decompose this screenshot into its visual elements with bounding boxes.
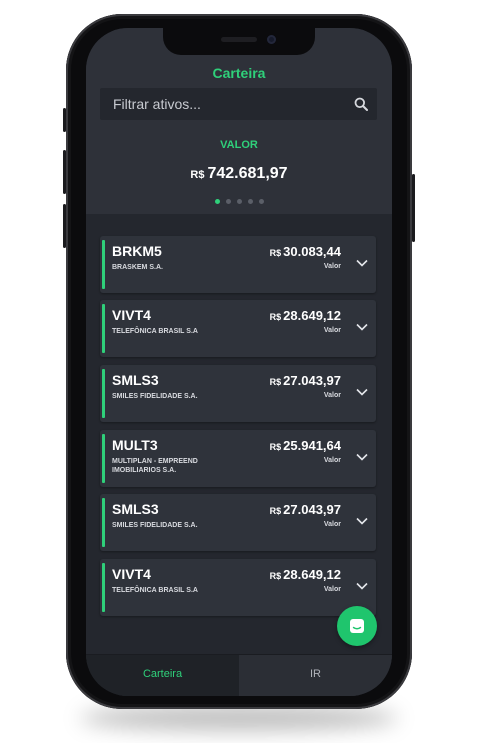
bottom-tab-bar: Carteira IR [86,654,392,696]
position-card[interactable]: VIVT4 TELEFÔNICA BRASIL S.A R$ 28.649,12 … [100,559,376,616]
position-ticker: VIVT4 [112,566,151,582]
position-accent-bar [102,563,105,612]
position-amount: R$ 27.043,97 [270,502,341,517]
chevron-down-icon[interactable] [356,582,368,590]
volume-down-button [63,204,66,248]
total-value-label: VALOR [220,139,258,151]
position-accent-bar [102,434,105,483]
position-company: SMILES FIDELIDADE S.A. [112,522,198,529]
position-value: 27.043,97 [283,502,341,517]
position-currency: R$ [269,571,282,581]
position-ticker: MULT3 [112,437,158,453]
position-company: TELEFÔNICA BRASIL S.A [112,328,198,335]
position-amount-label: Valor [323,457,341,464]
page-title: Carteira [212,65,266,81]
position-ticker: SMLS3 [112,372,159,388]
position-currency: R$ [269,312,282,322]
page-dot[interactable] [258,199,264,204]
position-amount-label: Valor [323,327,341,334]
position-currency: R$ [269,248,282,258]
position-amount: R$ 25.941,64 [270,438,341,453]
position-company: TELEFÔNICA BRASIL S.A [112,587,198,594]
power-button [412,174,415,242]
chevron-down-icon[interactable] [356,323,368,331]
tab-carteira[interactable]: Carteira [86,655,239,696]
position-card[interactable]: MULT3 MULTIPLAN - EMPREEND IMOBILIARIOS … [100,430,376,487]
position-currency: R$ [269,506,282,516]
position-amount-label: Valor [323,586,341,593]
chevron-down-icon[interactable] [356,517,368,525]
notch [163,28,315,55]
position-accent-bar [102,498,105,547]
position-value: 27.043,97 [283,373,341,388]
volume-up-button [63,150,66,194]
page-dot[interactable] [236,199,242,204]
app-screen: Carteira VALOR R$742.681,97 BRKM5 BRASKE… [86,28,392,696]
page-indicator [86,199,392,205]
position-value: 28.649,12 [283,308,341,323]
position-amount-label: Valor [323,263,341,270]
position-amount: R$ 28.649,12 [270,567,341,582]
position-card[interactable]: BRKM5 BRASKEM S.A. R$ 30.083,44 Valor [100,236,376,293]
search-icon[interactable] [354,97,368,111]
position-amount: R$ 30.083,44 [270,244,341,259]
total-value-currency: R$ [190,169,205,181]
chat-button[interactable] [337,606,377,646]
chevron-down-icon[interactable] [356,259,368,267]
position-company: BRASKEM S.A. [112,264,163,271]
position-ticker: SMLS3 [112,501,159,517]
position-company: MULTIPLAN - EMPREEND IMOBILIARIOS S.A. [112,458,198,474]
position-ticker: BRKM5 [112,243,162,259]
chat-icon [350,619,364,633]
position-card[interactable]: SMLS3 SMILES FIDELIDADE S.A. R$ 27.043,97… [100,365,376,422]
total-value-amount: 742.681,97 [207,165,288,182]
total-value: R$ 742.681,97 [86,165,392,183]
page-dot[interactable] [247,199,253,204]
search-input[interactable] [100,88,340,120]
position-accent-bar [102,369,105,418]
portfolio-header: Carteira VALOR R$742.681,97 [86,28,392,214]
position-card[interactable]: VIVT4 TELEFÔNICA BRASIL S.A R$ 28.649,12 … [100,300,376,357]
page-dot[interactable] [225,199,231,204]
position-amount: R$ 27.043,97 [270,373,341,388]
position-amount-label: Valor [323,392,341,399]
position-value: 28.649,12 [283,567,341,582]
position-card[interactable]: SMLS3 SMILES FIDELIDADE S.A. R$ 27.043,97… [100,494,376,551]
position-amount-label: Valor [323,521,341,528]
position-currency: R$ [269,377,282,387]
mute-switch [63,108,66,132]
position-accent-bar [102,240,105,289]
position-accent-bar [102,304,105,353]
page-dot[interactable] [214,199,220,204]
chevron-down-icon[interactable] [356,453,368,461]
speaker-grille [221,37,257,42]
tab-ir[interactable]: IR [239,655,392,696]
front-camera [267,35,276,44]
position-value: 30.083,44 [283,244,341,259]
position-company: SMILES FIDELIDADE S.A. [112,393,198,400]
position-amount: R$ 28.649,12 [270,308,341,323]
position-ticker: VIVT4 [112,307,151,323]
search-bar[interactable] [100,88,377,120]
position-currency: R$ [269,442,282,452]
chevron-down-icon[interactable] [356,388,368,396]
position-value: 25.941,64 [283,438,341,453]
